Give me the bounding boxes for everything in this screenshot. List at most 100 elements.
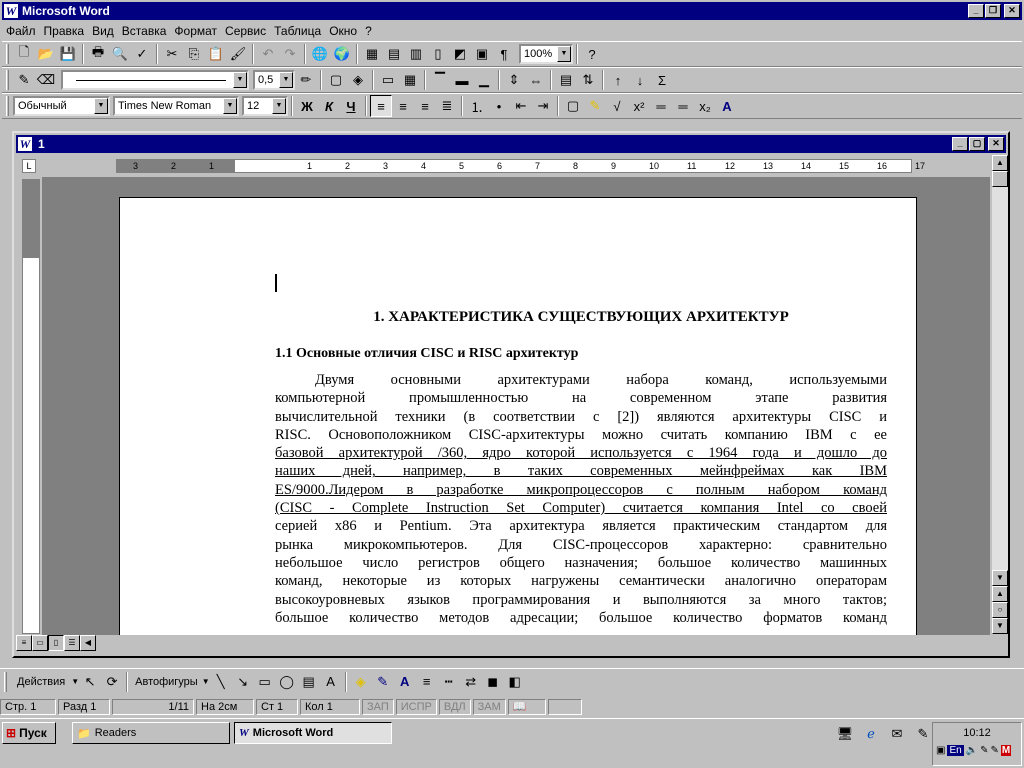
align-bottom-icon[interactable]: ▁	[473, 69, 495, 91]
autosum-icon[interactable]: Σ	[651, 69, 673, 91]
hyperlink-icon[interactable]: 🌐	[309, 43, 331, 65]
decrease-indent-icon[interactable]: ⇤	[510, 95, 532, 117]
numbering-icon[interactable]: ⒈	[466, 95, 488, 117]
status-trk[interactable]: ИСПР	[395, 698, 437, 715]
doc-restore-button[interactable]: ▢	[969, 137, 985, 151]
sort-asc-icon[interactable]: ↑	[607, 69, 629, 91]
scroll-thumb[interactable]	[992, 171, 1008, 187]
insert-table-icon[interactable]: ▤	[383, 43, 405, 65]
text-box-icon[interactable]: ▤	[298, 671, 320, 693]
distribute-rows-icon[interactable]: ⇕	[503, 69, 525, 91]
vertical-ruler[interactable]	[22, 179, 40, 634]
status-ext[interactable]: ВДЛ	[438, 698, 471, 715]
increase-indent-icon[interactable]: ⇥	[532, 95, 554, 117]
italic-button[interactable]: К	[318, 95, 340, 117]
menu-view[interactable]: Вид	[88, 24, 118, 38]
language-indicator[interactable]: En	[947, 745, 964, 756]
shading-icon[interactable]: ◈	[347, 69, 369, 91]
minimize-button[interactable]: _	[968, 4, 984, 18]
oval-icon[interactable]: ◯	[276, 671, 298, 693]
print-icon[interactable]: 🖶	[87, 43, 109, 65]
menu-file[interactable]: Файл	[2, 24, 40, 38]
autoshapes-menu[interactable]: Автофигуры	[131, 676, 202, 688]
spelling-status-icon[interactable]: 📖	[507, 698, 546, 715]
outlook-icon[interactable]: ✉	[886, 723, 908, 745]
merge-cells-icon[interactable]: ▭	[377, 69, 399, 91]
spelling-icon[interactable]: ✓	[131, 43, 153, 65]
line-color-icon[interactable]: ✎	[372, 671, 394, 693]
insert-excel-icon[interactable]: ▥	[405, 43, 427, 65]
chevron-down-icon[interactable]: ▼	[557, 46, 571, 62]
normal-view-button[interactable]: ≡	[16, 635, 32, 651]
menu-format[interactable]: Формат	[170, 24, 221, 38]
document-area[interactable]: 1. ХАРАКТЕРИСТИКА СУЩЕСТВУЮЩИХ АРХИТЕКТУ…	[42, 177, 990, 635]
show-hide-icon[interactable]: ¶	[493, 43, 515, 65]
menu-help[interactable]: ?	[361, 24, 376, 38]
rectangle-icon[interactable]: ▭	[254, 671, 276, 693]
web-view-button[interactable]: ▭	[32, 635, 48, 651]
maximize-button[interactable]: ❐	[985, 4, 1001, 18]
cut-icon[interactable]: ✂	[161, 43, 183, 65]
status-ovr[interactable]: ЗАМ	[472, 698, 506, 715]
status-rec[interactable]: ЗАП	[362, 698, 394, 715]
3d-icon[interactable]: ◧	[504, 671, 526, 693]
pencil-icon[interactable]: ✎	[13, 69, 35, 91]
distribute-cols-icon[interactable]: ⇔	[525, 69, 547, 91]
vertical-scrollbar[interactable]: ▲ ▼ ▲ ○ ▼	[992, 155, 1008, 634]
split-cells-icon[interactable]: ▦	[399, 69, 421, 91]
sort-desc-icon[interactable]: ↓	[629, 69, 651, 91]
draw-font-color-icon[interactable]: A	[394, 671, 416, 693]
outline-view-button[interactable]: ☰	[64, 635, 80, 651]
select-objects-icon[interactable]: ↖	[79, 671, 101, 693]
desktop-icon[interactable]: 🖥	[834, 723, 856, 745]
prev-page-button[interactable]: ▲	[992, 586, 1008, 602]
menu-tools[interactable]: Сервис	[221, 24, 270, 38]
arrow-style-icon[interactable]: ⇄	[460, 671, 482, 693]
paste-icon[interactable]: 📋	[205, 43, 227, 65]
network-icon[interactable]: ▣	[936, 745, 945, 756]
scroll-down-button[interactable]: ▼	[992, 570, 1008, 586]
horizontal-ruler[interactable]: L 3 2 1 1 2 3 4 5 6 7 8 9 10 11 12 13 14 15 16 17	[16, 155, 990, 177]
align-center-text-icon[interactable]: ≡	[392, 95, 414, 117]
wordart-icon[interactable]: A	[320, 671, 342, 693]
align-right-icon[interactable]: ≡	[414, 95, 436, 117]
line-style-select[interactable]: ▼	[61, 70, 249, 90]
start-button[interactable]: ⊞ Пуск	[2, 722, 56, 744]
shadow-icon[interactable]: ◼	[482, 671, 504, 693]
bullets-icon[interactable]: •	[488, 95, 510, 117]
eraser-icon[interactable]: ⌫	[35, 69, 57, 91]
preview-icon[interactable]: 🔍	[109, 43, 131, 65]
drawing-icon[interactable]: ◩	[449, 43, 471, 65]
line-width-select[interactable]: 0,5 ▼	[253, 70, 295, 90]
font-select[interactable]: Times New Roman ▼	[113, 96, 239, 116]
volume-icon[interactable]: 🔈	[966, 745, 978, 756]
equals-icon[interactable]: ═	[650, 95, 672, 117]
undo-icon[interactable]: ↶	[257, 43, 279, 65]
highlight-icon[interactable]: ✎	[584, 95, 606, 117]
chevron-down-icon[interactable]: ▼	[279, 72, 293, 88]
open-icon[interactable]: 📂	[35, 43, 57, 65]
align-left-icon[interactable]: ≡	[370, 95, 392, 117]
horizontal-scrollbar[interactable]: ≡ ▭ ▯ ☰ ◀	[16, 635, 990, 653]
text-direction-icon[interactable]: ⇅	[577, 69, 599, 91]
help-icon[interactable]: ?	[581, 43, 603, 65]
outside-border-icon[interactable]: ▢	[562, 95, 584, 117]
line-style-icon[interactable]: ≡	[416, 671, 438, 693]
subscript-icon[interactable]: x₂	[694, 95, 716, 117]
font-size-select[interactable]: 12 ▼	[242, 96, 288, 116]
ie-icon[interactable]: ℯ	[860, 723, 882, 745]
align-top-icon[interactable]: ▔	[429, 69, 451, 91]
save-icon[interactable]: 💾	[57, 43, 79, 65]
style-select[interactable]: Обычный ▼	[13, 96, 110, 116]
task-readers[interactable]: 📁 Readers	[72, 722, 230, 744]
web-toolbar-icon[interactable]: 🌍	[331, 43, 353, 65]
tab-selector[interactable]: L	[22, 159, 36, 173]
layout-view-button[interactable]: ▯	[48, 635, 64, 651]
autoformat-icon[interactable]: ▤	[555, 69, 577, 91]
channels-icon[interactable]: ✎	[912, 723, 934, 745]
align-center-icon[interactable]: ▬	[451, 69, 473, 91]
bold-button[interactable]: Ж	[296, 95, 318, 117]
scroll-up-button[interactable]: ▲	[992, 155, 1008, 171]
menu-edit[interactable]: Правка	[40, 24, 89, 38]
chevron-down-icon[interactable]: ▼	[94, 98, 108, 114]
